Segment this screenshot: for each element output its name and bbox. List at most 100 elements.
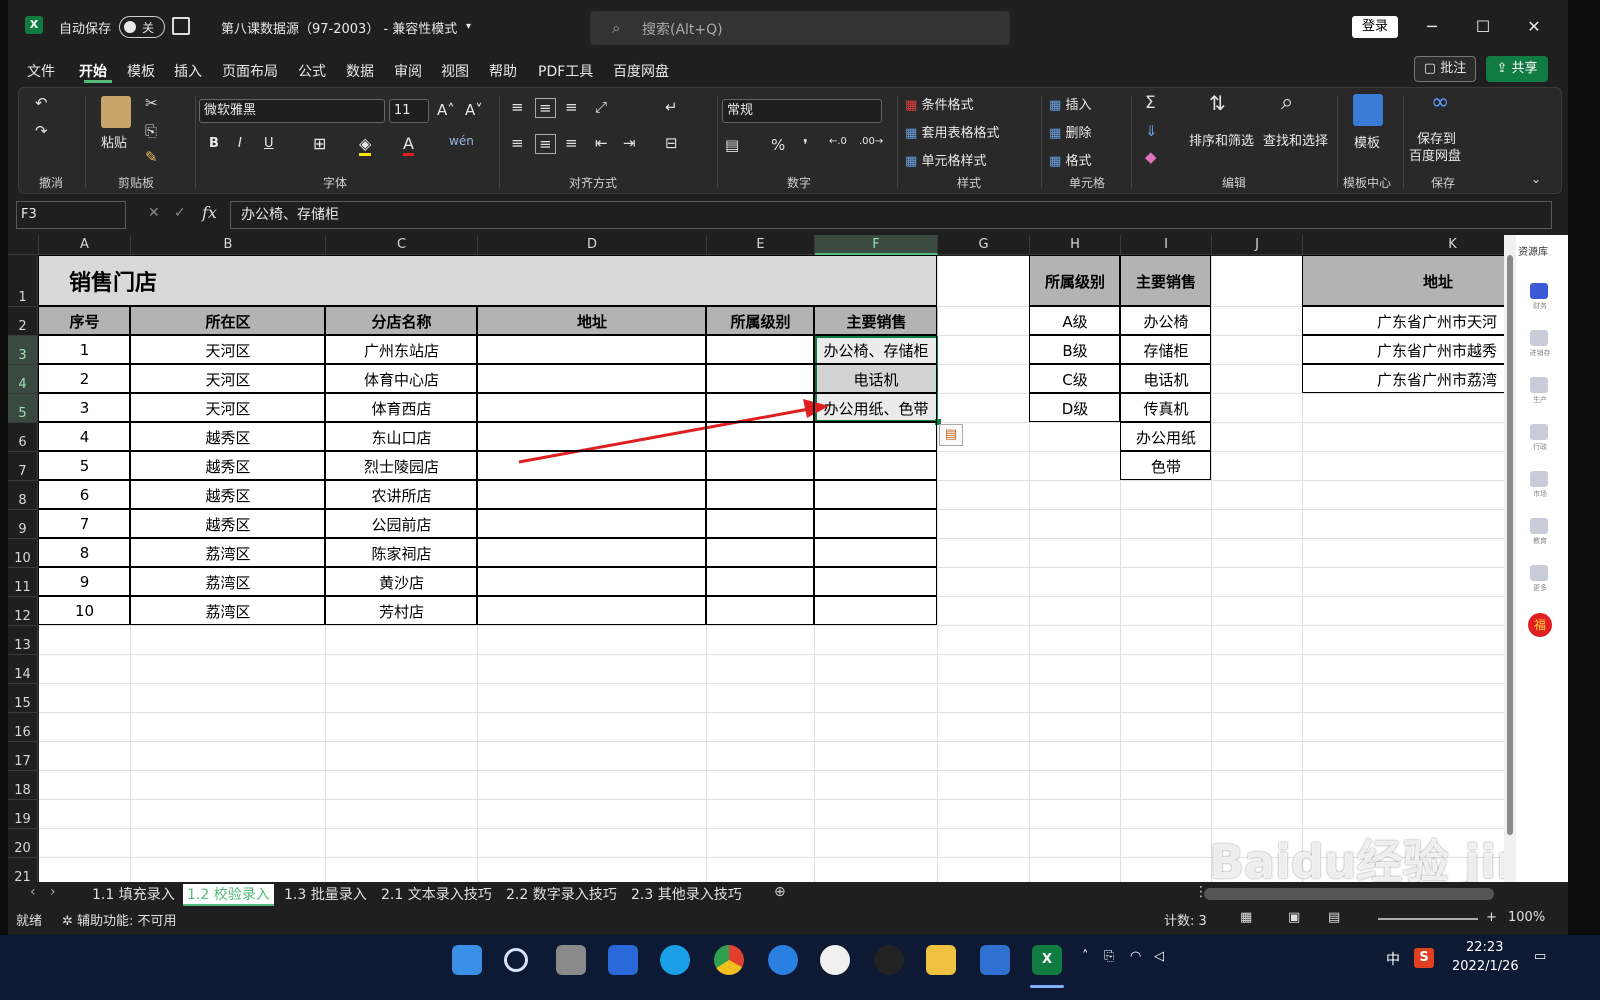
browser-icon[interactable] bbox=[660, 945, 690, 975]
paste-label[interactable]: 粘贴 bbox=[101, 132, 127, 151]
search-taskbar-icon[interactable] bbox=[504, 948, 528, 972]
row-header-8[interactable]: 8 bbox=[8, 481, 38, 510]
tab-scroll-right-icon[interactable]: › bbox=[46, 884, 60, 900]
sort-filter-label[interactable]: 排序和筛选 bbox=[1189, 130, 1254, 149]
menu-data[interactable]: 数据 bbox=[346, 61, 374, 81]
tray-device-icon[interactable]: ⎘ bbox=[1104, 949, 1114, 964]
wrap-text-icon[interactable]: ↵ bbox=[665, 98, 678, 116]
menu-page-layout[interactable]: 页面布局 bbox=[222, 61, 278, 81]
column-header-d[interactable]: D bbox=[478, 235, 707, 255]
comment-button[interactable]: ▢ 批注 bbox=[1414, 56, 1476, 82]
horizontal-scrollbar[interactable] bbox=[1204, 888, 1494, 900]
minimize-icon[interactable]: ─ bbox=[1417, 14, 1447, 40]
template-icon[interactable] bbox=[1353, 94, 1383, 126]
document-title[interactable]: 第八课数据源（97-2003） - 兼容性模式 bbox=[221, 18, 457, 37]
menu-pdf-tools[interactable]: PDF工具 bbox=[538, 61, 593, 81]
row-header-17[interactable]: 17 bbox=[8, 742, 38, 771]
page-break-view-icon[interactable]: ▤ bbox=[1328, 910, 1340, 925]
undo-icon[interactable]: ↶ bbox=[35, 94, 48, 112]
name-box[interactable]: F3 bbox=[16, 201, 126, 229]
row-header-18[interactable]: 18 bbox=[8, 771, 38, 800]
menu-insert[interactable]: 插入 bbox=[174, 61, 202, 81]
collapse-ribbon-icon[interactable]: ⌄ bbox=[1531, 170, 1541, 188]
close-icon[interactable]: ✕ bbox=[1519, 14, 1549, 40]
row-header-10[interactable]: 10 bbox=[8, 539, 38, 568]
font-name-dropdown[interactable]: 微软雅黑 bbox=[199, 99, 385, 123]
find-select-label[interactable]: 查找和选择 bbox=[1263, 130, 1328, 149]
fill-icon[interactable]: ⇓ bbox=[1145, 122, 1158, 140]
resource-item-icon[interactable] bbox=[1530, 471, 1548, 487]
share-button[interactable]: ⇪ 共享 bbox=[1486, 56, 1548, 82]
find-select-icon[interactable]: ⌕ bbox=[1281, 92, 1293, 114]
widgets-icon[interactable] bbox=[608, 945, 638, 975]
row-header-13[interactable]: 13 bbox=[8, 626, 38, 655]
notepad-icon[interactable] bbox=[980, 945, 1010, 975]
cut-icon[interactable]: ✂ bbox=[145, 94, 158, 112]
row-header-6[interactable]: 6 bbox=[8, 423, 38, 452]
comma-icon[interactable]: ❜ bbox=[803, 136, 808, 154]
volume-icon[interactable]: ◁ bbox=[1154, 949, 1164, 964]
formula-input[interactable]: 办公椅、存储柜 bbox=[230, 201, 1552, 229]
italic-icon[interactable]: I bbox=[238, 136, 242, 151]
row-header-7[interactable]: 7 bbox=[8, 452, 38, 481]
menu-file[interactable]: 文件 bbox=[27, 61, 55, 81]
row-header-9[interactable]: 9 bbox=[8, 510, 38, 539]
qq-icon[interactable] bbox=[874, 945, 904, 975]
chrome-icon[interactable] bbox=[714, 945, 744, 975]
wifi-icon[interactable]: ◠ bbox=[1130, 949, 1141, 964]
row-header-4[interactable]: 4 bbox=[8, 365, 38, 394]
sheet-tab[interactable]: 2.1 文本录入技巧 bbox=[377, 884, 496, 904]
bold-icon[interactable]: B bbox=[209, 136, 219, 151]
task-view-icon[interactable] bbox=[556, 945, 586, 975]
percent-icon[interactable]: % bbox=[771, 136, 785, 154]
resource-item-icon[interactable] bbox=[1530, 283, 1548, 299]
search-box[interactable]: ⌕ 搜索(Alt+Q) bbox=[590, 11, 1010, 45]
cell-area[interactable]: 销售门店 序号 所在区 分店名称 地址 所属级别 主要销售 1 天河区 广州东站店办… bbox=[38, 255, 1504, 882]
menu-home[interactable]: 开始 bbox=[79, 61, 107, 81]
align-center-icon[interactable]: ≡ bbox=[535, 134, 556, 154]
page-layout-view-icon[interactable]: ▣ bbox=[1288, 910, 1300, 925]
column-header-e[interactable]: E bbox=[707, 235, 815, 255]
redo-icon[interactable]: ↷ bbox=[35, 122, 48, 140]
chat-icon[interactable] bbox=[820, 945, 850, 975]
menu-review[interactable]: 审阅 bbox=[394, 61, 422, 81]
row-header-2[interactable]: 2 bbox=[8, 307, 38, 336]
decrease-indent-icon[interactable]: ⇤ bbox=[595, 134, 608, 152]
column-header-g[interactable]: G bbox=[938, 235, 1030, 255]
format-cells-button[interactable]: ▦ 格式 bbox=[1049, 150, 1091, 169]
underline-icon[interactable]: U bbox=[264, 136, 274, 151]
resource-item-icon[interactable] bbox=[1530, 565, 1548, 581]
menu-view[interactable]: 视图 bbox=[441, 61, 469, 81]
paste-icon[interactable] bbox=[101, 96, 131, 128]
column-header-k[interactable]: K bbox=[1303, 235, 1504, 255]
resource-item-icon[interactable] bbox=[1530, 518, 1548, 534]
increase-indent-icon[interactable]: ⇥ bbox=[623, 134, 636, 152]
column-header-f[interactable]: F bbox=[815, 235, 938, 255]
format-painter-icon[interactable]: ✎ bbox=[145, 148, 158, 166]
resource-item-icon[interactable] bbox=[1530, 424, 1548, 440]
row-header-15[interactable]: 15 bbox=[8, 684, 38, 713]
insert-function-icon[interactable]: fx bbox=[202, 203, 217, 222]
resource-item-icon[interactable] bbox=[1530, 377, 1548, 393]
orientation-icon[interactable]: ⤢ bbox=[595, 98, 607, 116]
align-middle-icon[interactable]: ≡ bbox=[535, 98, 556, 118]
add-sheet-icon[interactable]: ⊕ bbox=[770, 884, 790, 900]
row-header-21[interactable]: 21 bbox=[8, 858, 38, 882]
zoom-slider[interactable] bbox=[1378, 918, 1478, 920]
column-header-b[interactable]: B bbox=[131, 235, 326, 255]
lucky-bag-icon[interactable]: 福 bbox=[1528, 613, 1552, 637]
normal-view-icon[interactable]: ▦ bbox=[1240, 910, 1252, 925]
column-header-h[interactable]: H bbox=[1030, 235, 1121, 255]
scrollbar-thumb[interactable] bbox=[1507, 255, 1513, 835]
file-explorer-icon[interactable] bbox=[926, 945, 956, 975]
column-header-a[interactable]: A bbox=[39, 235, 131, 255]
autosum-icon[interactable]: Σ bbox=[1145, 94, 1156, 112]
row-header-5[interactable]: 5 bbox=[8, 394, 38, 423]
start-icon[interactable] bbox=[452, 945, 482, 975]
sheet-tab[interactable]: 2.3 其他录入技巧 bbox=[627, 884, 746, 904]
align-bottom-icon[interactable]: ≡ bbox=[565, 98, 578, 116]
increase-decimal-icon[interactable]: ←.0 bbox=[829, 136, 847, 147]
sheet-tab[interactable]: 1.3 批量录入 bbox=[280, 884, 371, 904]
row-header-20[interactable]: 20 bbox=[8, 829, 38, 858]
phonetic-icon[interactable]: wén bbox=[449, 134, 474, 148]
